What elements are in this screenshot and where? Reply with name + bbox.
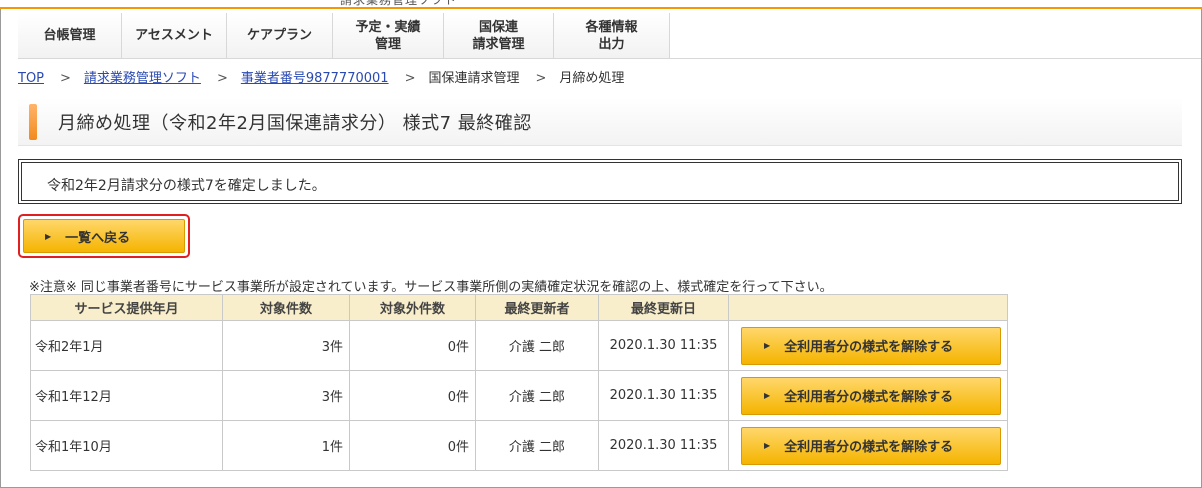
monthly-status-table: サービス提供年月 対象件数 対象外件数 最終更新者 最終更新日 令和2年1月 3… (30, 294, 1008, 471)
play-arrow-icon: ▶ (45, 231, 52, 241)
cell-last-updated-by: 介護 二郎 (475, 420, 599, 471)
page-title: 月締め処理（令和2年2月国保連請求分） 様式7 最終確認 (58, 113, 532, 134)
release-all-forms-label: 全利用者分の様式を解除する (784, 340, 954, 355)
nav-assessment[interactable]: アセスメント (122, 13, 227, 59)
cell-target-count: 3件 (222, 370, 350, 421)
cell-action: ▶ 全利用者分の様式を解除する (728, 420, 1008, 471)
cell-last-updated-date: 2020.1.30 11:35 (598, 370, 729, 421)
header-target-count: 対象件数 (222, 294, 350, 321)
nav-kokuhoren-billing[interactable]: 国保連 請求管理 (444, 13, 554, 59)
release-all-forms-label: 全利用者分の様式を解除する (784, 440, 954, 455)
release-all-forms-button[interactable]: ▶ 全利用者分の様式を解除する (741, 326, 1001, 365)
back-to-list-label: 一覧へ戻る (65, 230, 131, 246)
play-arrow-icon: ▶ (764, 341, 771, 350)
nav-ledger[interactable]: 台帳管理 (18, 13, 122, 59)
breadcrumb-provider-number-link[interactable]: 事業者番号9877770001 (241, 71, 389, 86)
top-accent-bar: 請求業務管理ソフト (0, 0, 1202, 9)
cell-service-month: 令和1年10月 (30, 420, 223, 471)
cell-excluded-count: 0件 (349, 370, 476, 421)
confirmation-message: 令和2年2月請求分の様式7を確定しました。 (21, 162, 1179, 201)
header-last-updated-date: 最終更新日 (598, 294, 729, 321)
main-nav: 台帳管理 アセスメント ケアプラン 予定・実績 管理 国保連 請求管理 各種情報… (18, 13, 670, 59)
nav-info-output[interactable]: 各種情報 出力 (554, 13, 670, 59)
cell-target-count: 3件 (222, 320, 350, 371)
page-heading: 月締め処理（令和2年2月国保連請求分） 様式7 最終確認 (18, 98, 1182, 146)
release-all-forms-button[interactable]: ▶ 全利用者分の様式を解除する (741, 376, 1001, 415)
header-service-month: サービス提供年月 (30, 294, 223, 321)
heading-accent-bar (29, 104, 37, 140)
table-header-row: サービス提供年月 対象件数 対象外件数 最終更新者 最終更新日 (30, 294, 1008, 321)
nav-schedule-results[interactable]: 予定・実績 管理 (333, 13, 444, 59)
breadcrumb-separator: > (404, 71, 416, 86)
breadcrumb: TOP > 請求業務管理ソフト > 事業者番号9877770001 > 国保連請求管理 > 月締… (18, 67, 624, 86)
breadcrumb-kokuhoren-billing: 国保連請求管理 (428, 71, 520, 86)
cell-target-count: 1件 (222, 420, 350, 471)
table-row: 令和1年10月 1件 0件 介護 二郎 2020.1.30 11:35 ▶ 全利… (30, 420, 1008, 471)
cell-last-updated-by: 介護 二郎 (475, 320, 599, 371)
play-arrow-icon: ▶ (764, 441, 771, 450)
back-to-list-button[interactable]: ▶ 一覧へ戻る (23, 219, 185, 253)
cell-action: ▶ 全利用者分の様式を解除する (728, 320, 1008, 371)
breadcrumb-separator: > (60, 71, 71, 86)
cell-action: ▶ 全利用者分の様式を解除する (728, 370, 1008, 421)
cut-off-app-title: 請求業務管理ソフト (340, 0, 458, 7)
cell-service-month: 令和2年1月 (30, 320, 223, 371)
header-action (728, 294, 1008, 321)
header-last-updated-by: 最終更新者 (475, 294, 599, 321)
breadcrumb-separator: > (216, 71, 228, 86)
cell-service-month: 令和1年12月 (30, 370, 223, 421)
breadcrumb-current-page: 月締め処理 (559, 71, 625, 86)
nav-careplan[interactable]: ケアプラン (227, 13, 333, 59)
nav-divider (658, 13, 1201, 59)
release-all-forms-label: 全利用者分の様式を解除する (784, 390, 954, 405)
cell-excluded-count: 0件 (349, 320, 476, 371)
header-excluded-count: 対象外件数 (349, 294, 476, 321)
confirmation-message-box: 令和2年2月請求分の様式7を確定しました。 (18, 159, 1182, 204)
cell-last-updated-by: 介護 二郎 (475, 370, 599, 421)
breadcrumb-billing-software-link[interactable]: 請求業務管理ソフト (84, 71, 201, 86)
cell-last-updated-date: 2020.1.30 11:35 (598, 420, 729, 471)
cell-excluded-count: 0件 (349, 420, 476, 471)
table-row: 令和1年12月 3件 0件 介護 二郎 2020.1.30 11:35 ▶ 全利… (30, 370, 1008, 421)
notice-text: ※注意※ 同じ事業者番号にサービス事業所が設定されています。サービス事業所側の実… (29, 280, 833, 295)
cell-last-updated-date: 2020.1.30 11:35 (598, 320, 729, 371)
release-all-forms-button[interactable]: ▶ 全利用者分の様式を解除する (741, 426, 1001, 465)
breadcrumb-top-link[interactable]: TOP (18, 71, 44, 86)
table-row: 令和2年1月 3件 0件 介護 二郎 2020.1.30 11:35 ▶ 全利用… (30, 320, 1008, 371)
play-arrow-icon: ▶ (764, 391, 771, 400)
breadcrumb-separator: > (535, 71, 547, 86)
